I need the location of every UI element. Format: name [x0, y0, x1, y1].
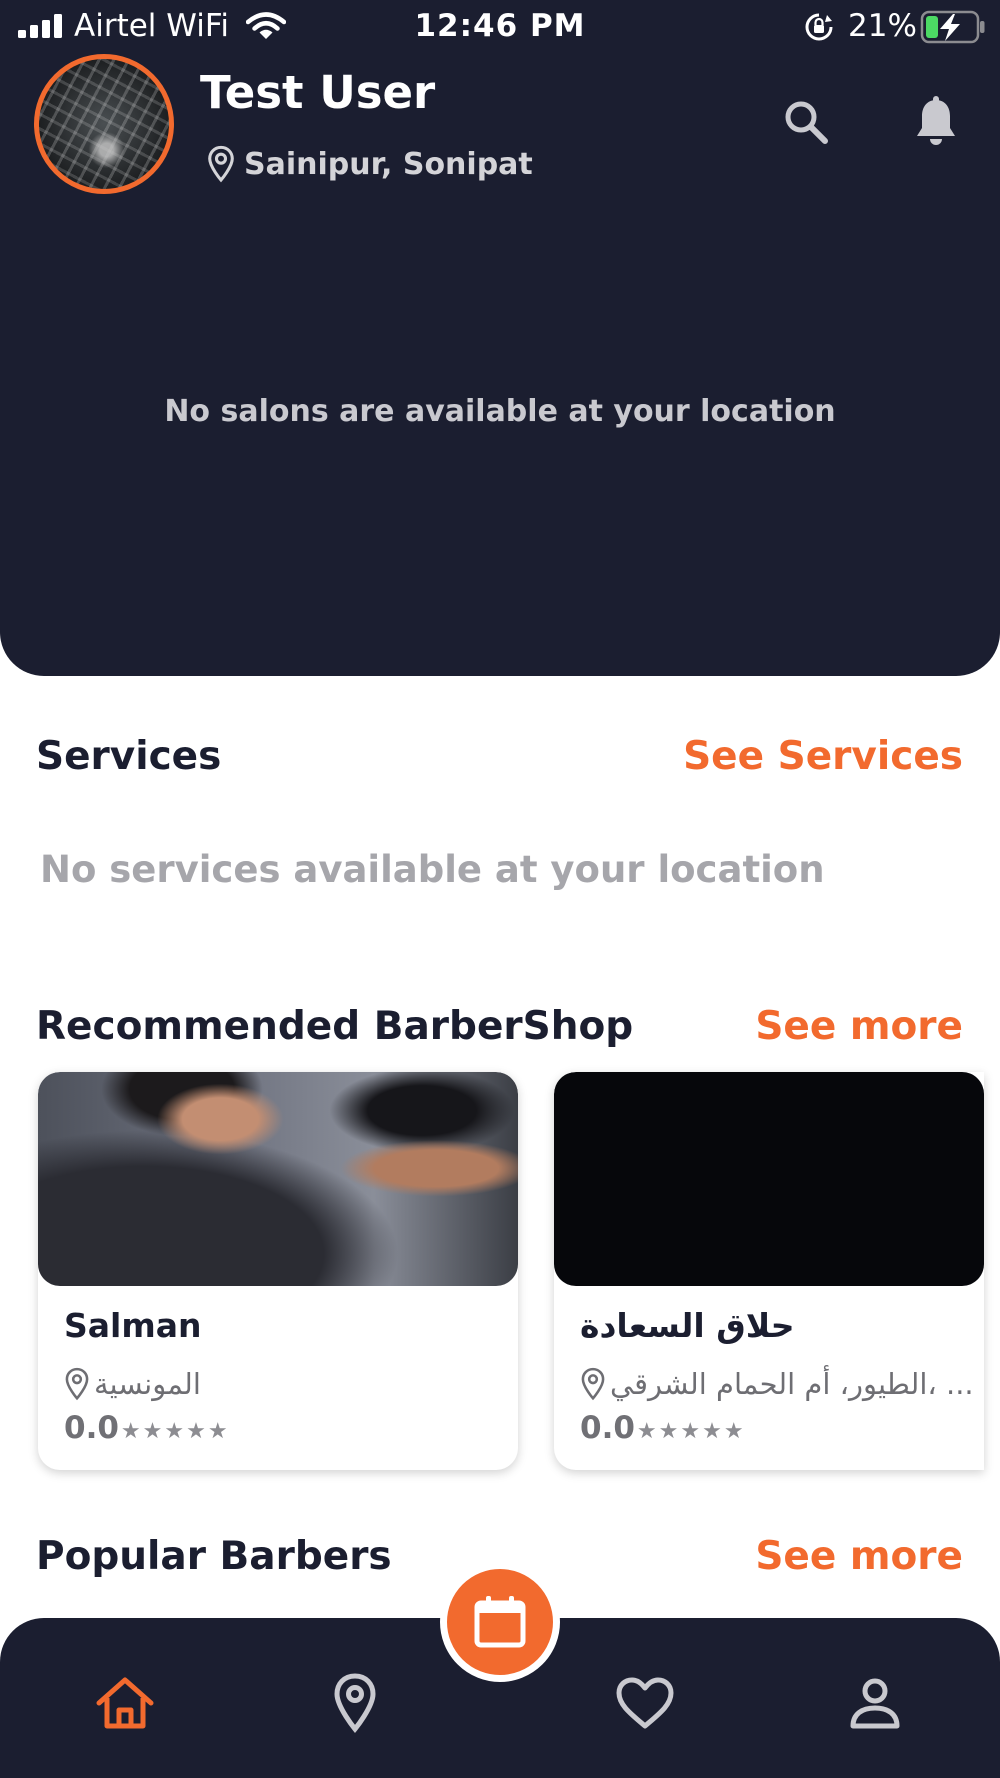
location-text: Sainipur, Sonipat [244, 146, 533, 182]
barbershop-rating: 0.0 ★★★★★ [580, 1410, 746, 1446]
rating-stars: ★★★★★ [636, 1419, 746, 1444]
address-text: الطيور، أم الحمام الشرقي، ... [610, 1367, 974, 1401]
services-title: Services [36, 734, 222, 779]
location-pin-icon [208, 145, 234, 183]
search-button[interactable] [780, 94, 832, 150]
person-icon [850, 1678, 900, 1729]
barbershop-card[interactable]: حلاق السعادة الطيور، أم الحمام الشرقي، .… [554, 1072, 984, 1470]
barbershop-name: Salman [64, 1306, 202, 1345]
map-pin-icon [334, 1673, 376, 1733]
home-icon [96, 1677, 154, 1729]
recommended-title: Recommended BarberShop [36, 1004, 634, 1049]
barbershop-image [38, 1072, 518, 1286]
address-text: المونسية [94, 1367, 201, 1401]
barbershop-card[interactable]: Salman المونسية 0.0 ★★★★★ [38, 1072, 518, 1470]
battery-icon [920, 10, 985, 44]
booking-button[interactable] [440, 1562, 560, 1682]
nav-favorites[interactable] [610, 1670, 680, 1736]
see-services-link[interactable]: See Services [683, 734, 963, 779]
battery-percent: 21% [848, 8, 917, 44]
nav-map[interactable] [320, 1670, 390, 1736]
avatar[interactable] [34, 54, 174, 194]
search-icon [785, 101, 828, 144]
popular-title: Popular Barbers [36, 1534, 392, 1579]
barbershop-carousel[interactable]: Salman المونسية 0.0 ★★★★★ حلاق السعادة ا… [38, 1072, 1000, 1472]
services-header: Services See Services [36, 734, 963, 779]
nav-profile[interactable] [840, 1670, 910, 1736]
recommended-see-more-link[interactable]: See more [755, 1004, 963, 1049]
bell-icon [917, 96, 955, 145]
rating-stars: ★★★★★ [120, 1419, 230, 1444]
location-pin-icon [581, 1367, 605, 1401]
rating-value: 0.0 [580, 1410, 635, 1446]
heart-icon [616, 1677, 674, 1729]
notifications-button[interactable] [910, 94, 962, 150]
location-pin-icon [65, 1367, 89, 1401]
services-empty-message: No services available at your location [40, 848, 825, 891]
rotation-lock-icon [805, 13, 833, 41]
recommended-header: Recommended BarberShop See more [36, 1004, 963, 1049]
salons-empty-message: No salons are available at your location [164, 394, 836, 429]
user-name: Test User [200, 66, 436, 119]
popular-see-more-link[interactable]: See more [755, 1534, 963, 1579]
barbershop-name: حلاق السعادة [580, 1306, 795, 1345]
calendar-icon [474, 1596, 526, 1648]
barbershop-image [554, 1072, 984, 1286]
user-location[interactable]: Sainipur, Sonipat [206, 144, 533, 184]
header-panel: Airtel WiFi 12:46 PM 21% Test User Saini… [0, 0, 1000, 676]
rating-value: 0.0 [64, 1410, 119, 1446]
barbershop-address: المونسية [64, 1364, 201, 1404]
nav-home[interactable] [90, 1670, 160, 1736]
barbershop-address: الطيور، أم الحمام الشرقي، ... [580, 1364, 974, 1404]
barbershop-rating: 0.0 ★★★★★ [64, 1410, 230, 1446]
status-bar: Airtel WiFi 12:46 PM 21% [0, 0, 1000, 54]
